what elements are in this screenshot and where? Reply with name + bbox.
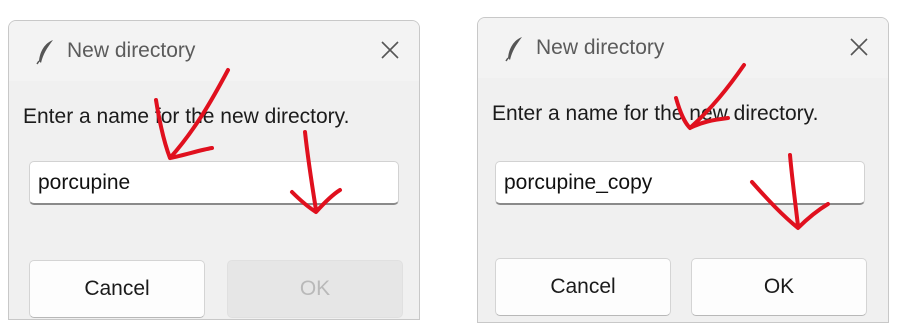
cancel-button[interactable]: Cancel (29, 260, 205, 318)
dialog-prompt: Enter a name for the new directory. (492, 102, 819, 125)
close-icon[interactable] (844, 32, 874, 62)
directory-name-input[interactable]: porcupine (29, 161, 399, 205)
dialog-title: New directory (67, 39, 196, 62)
dialog-title-bar: New directory (9, 21, 419, 81)
dialog-prompt: Enter a name for the new directory. (23, 105, 350, 128)
ok-button[interactable]: OK (691, 258, 867, 316)
new-directory-dialog-before: New directory Enter a name for the new d… (8, 20, 420, 320)
feather-icon (505, 37, 522, 62)
cancel-button[interactable]: Cancel (495, 258, 671, 316)
close-icon[interactable] (375, 35, 405, 65)
new-directory-dialog-after: New directory Enter a name for the new d… (477, 17, 889, 323)
dialog-title-bar: New directory (478, 18, 888, 78)
dialog-title: New directory (536, 36, 665, 59)
directory-name-input[interactable]: porcupine_copy (495, 161, 865, 205)
ok-button-disabled[interactable]: OK (227, 260, 403, 318)
feather-icon (36, 40, 53, 65)
